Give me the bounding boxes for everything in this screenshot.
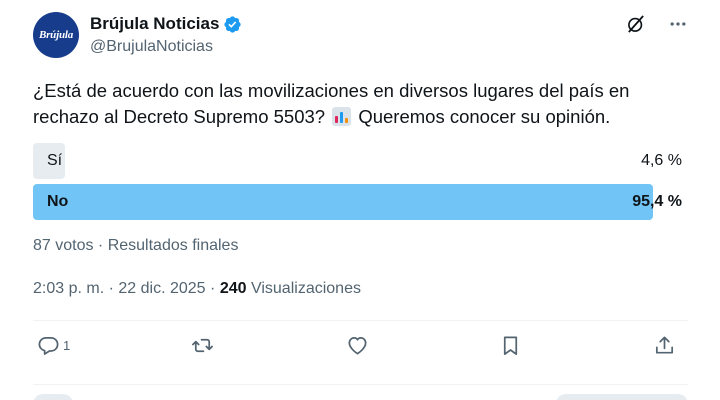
tweet-meta: 2:03 p. m. · 22 dic. 2025 · 240 Visualiz… — [33, 280, 361, 298]
author-handle[interactable]: @BrujulaNoticias — [90, 38, 213, 56]
tweet-text-tail: Queremos conocer su opinión. — [353, 106, 611, 127]
tweet-actions: 1 — [33, 334, 688, 364]
grok-icon[interactable] — [626, 14, 646, 34]
tweet-text: ¿Está de acuerdo con las movilizaciones … — [33, 78, 693, 130]
bookmark-icon — [503, 336, 518, 355]
share-button[interactable] — [653, 334, 676, 357]
avatar[interactable]: Brújula — [33, 12, 79, 58]
poll-option-no: No 95,4 % — [33, 184, 688, 220]
share-icon — [655, 336, 674, 354]
poll-option-si: Sí 4,6 % — [33, 143, 688, 179]
reply-count: 1 — [63, 338, 71, 353]
like-icon — [348, 336, 367, 355]
poll-meta: 87 votos · Resultados finales — [33, 237, 239, 254]
views-count: 240 — [219, 280, 247, 297]
poll-option-percent: 4,6 % — [641, 152, 682, 169]
divider — [33, 384, 688, 385]
bookmark-button[interactable] — [499, 334, 522, 357]
display-name[interactable]: Brújula Noticias — [90, 14, 219, 34]
poll-option-label: Sí — [47, 152, 63, 169]
retweet-button[interactable] — [191, 334, 214, 357]
retweet-icon — [192, 338, 213, 353]
meta-separator: · — [108, 280, 119, 297]
meta-separator: · — [210, 280, 220, 297]
tweet-top-icons — [626, 14, 688, 34]
reply-button[interactable]: 1 — [37, 334, 70, 357]
poll-bar-no — [33, 184, 653, 220]
poll-option-percent: 95,4 % — [632, 193, 682, 210]
tweet-date[interactable]: 22 dic. 2025 — [118, 280, 205, 297]
tweet-time[interactable]: 2:03 p. m. — [33, 280, 104, 297]
poll-option-label: No — [47, 193, 69, 210]
reply-icon — [38, 336, 59, 355]
reply-button-placeholder — [556, 394, 688, 400]
more-options-icon[interactable] — [668, 14, 688, 34]
author-name-row: Brújula Noticias — [90, 14, 242, 34]
verified-badge-icon — [224, 15, 242, 33]
like-button[interactable] — [346, 334, 369, 357]
bar-chart-emoji-icon — [332, 107, 352, 126]
reply-avatar-placeholder — [33, 394, 73, 400]
divider — [33, 320, 688, 321]
views-label: Visualizaciones — [250, 280, 361, 297]
